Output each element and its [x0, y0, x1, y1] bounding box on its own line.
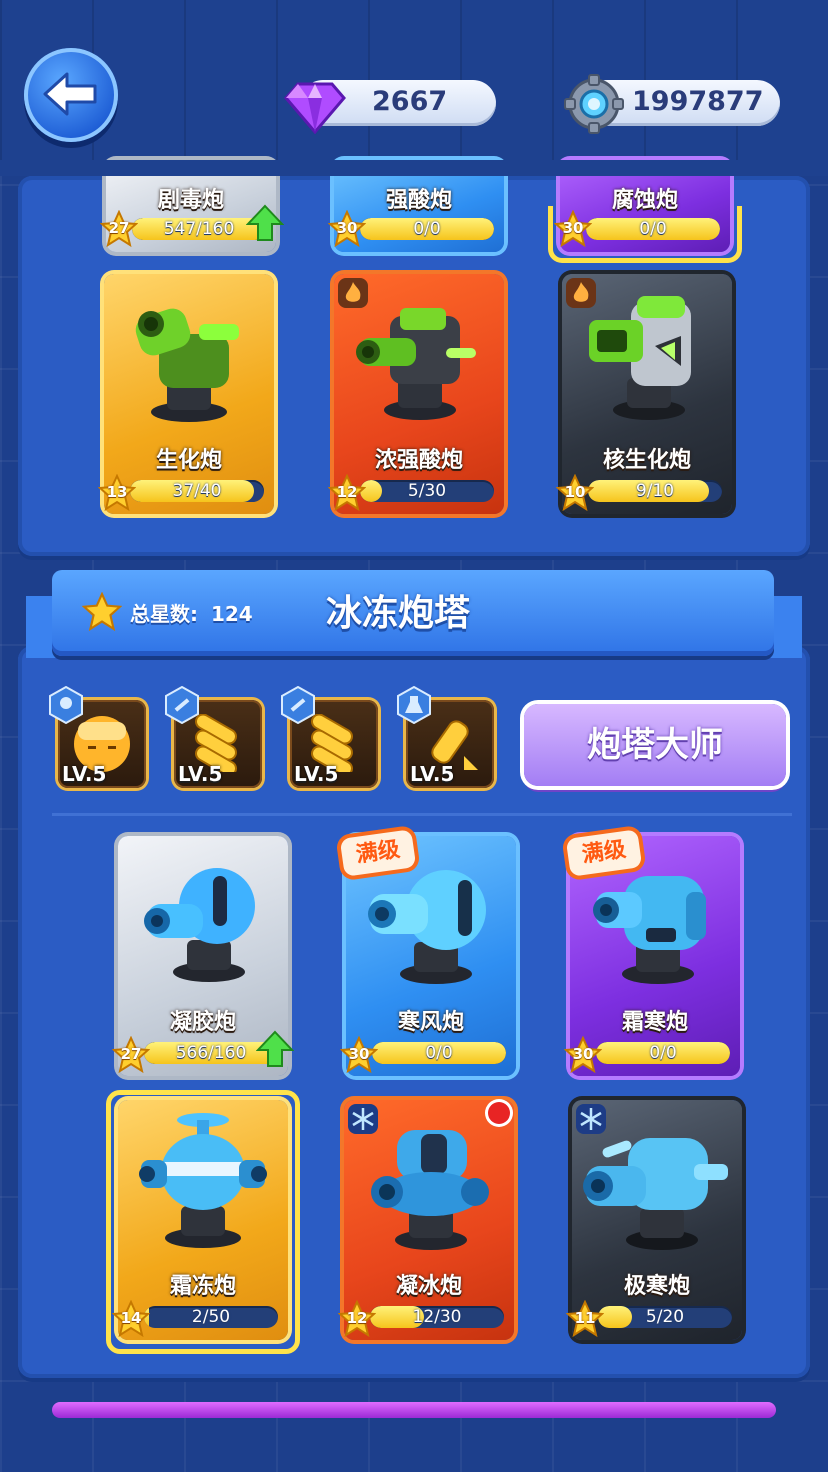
progress-text: 37/40: [172, 481, 222, 501]
nuclear-cannon-turret-icon: [589, 296, 691, 420]
progress-bar: 5/30: [360, 480, 494, 502]
progress-text: 0/0: [413, 219, 441, 239]
back-button[interactable]: [24, 48, 118, 142]
upgrade-arrow-icon: [256, 1030, 294, 1067]
star-level: 10: [564, 483, 586, 501]
star-level: 27: [120, 1045, 142, 1063]
star-level: 12: [336, 483, 358, 501]
star-icon: 30: [339, 1035, 379, 1074]
ice-section-header: 总星数: 124 冰冻炮塔: [52, 570, 774, 656]
total-stars-value: 124: [210, 602, 253, 626]
star-icon: 11: [565, 1299, 605, 1338]
star-icon: 30: [553, 209, 593, 248]
progress-bar: 0/0: [596, 1042, 730, 1064]
tower-name: 生化炮: [155, 448, 222, 473]
star-icon: 10: [555, 473, 595, 512]
skill-slot-2[interactable]: LV.5: [165, 686, 262, 788]
star-level: 30: [336, 219, 358, 237]
star-level: 13: [106, 483, 128, 501]
acid-cannon-turret-icon: [356, 308, 476, 420]
total-stars-label: 总星数: 124: [130, 598, 253, 627]
star-level: 12: [346, 1309, 368, 1327]
progress-text: 0/0: [425, 1043, 453, 1063]
star-icon: 12: [337, 1299, 377, 1338]
skill-slot-4[interactable]: LV.5: [397, 686, 494, 788]
star-level: 14: [120, 1309, 142, 1327]
progress-bar: 37/40: [130, 480, 264, 502]
progress-bar: 12/30: [370, 1306, 504, 1328]
tower-name: 霜寒炮: [621, 1010, 688, 1035]
tower-name: 极寒炮: [623, 1274, 690, 1299]
gold-count: 1997877: [632, 86, 764, 117]
star-icon: 13: [97, 473, 137, 512]
gem-count: 2667: [372, 86, 448, 117]
section-title: 冰冻炮塔: [326, 593, 471, 634]
skill-level: LV.5: [178, 762, 223, 786]
frost-cold-turret-icon: [593, 876, 706, 984]
skill-level: LV.5: [294, 762, 339, 786]
star-icon: 12: [327, 473, 367, 512]
star-icon: 27: [111, 1035, 151, 1074]
notification-dot: [488, 1102, 510, 1124]
star-level: 30: [572, 1045, 594, 1063]
progress-text: 5/30: [407, 481, 447, 501]
progress-text: 5/20: [645, 1307, 685, 1327]
progress-text: 12/30: [412, 1307, 462, 1327]
progress-bar: 0/0: [360, 218, 494, 240]
skill-level: LV.5: [62, 762, 107, 786]
upgrade-arrow-icon: [246, 204, 284, 241]
star-level: 30: [562, 219, 584, 237]
skill-level: LV.5: [410, 762, 455, 786]
star-icon: 27: [99, 209, 139, 248]
divider: [52, 813, 792, 816]
tower-master-button[interactable]: 炮塔大师: [524, 704, 786, 786]
topbar-overlap: [0, 160, 828, 176]
progress-text: 9/10: [635, 481, 675, 501]
progress-bar: 9/10: [588, 480, 722, 502]
cold-wind-turret-icon: [368, 870, 486, 984]
skill-slot-1[interactable]: LV.5: [49, 686, 146, 788]
tower-name: 寒风炮: [397, 1010, 464, 1035]
star-icon: 14: [111, 1299, 151, 1338]
tower-name: 凝冰炮: [395, 1274, 462, 1299]
skill-slot-3[interactable]: LV.5: [281, 686, 378, 788]
progress-bar: 0/0: [372, 1042, 506, 1064]
next-section-header-edge: [52, 1402, 776, 1418]
gear-coin-icon: [564, 74, 624, 134]
progress-text: 0/0: [649, 1043, 677, 1063]
green-cannon-turret-icon: [135, 308, 239, 422]
tower-name: 核生化炮: [602, 448, 691, 473]
star-level: 11: [574, 1309, 596, 1327]
back-arrow-icon: [43, 72, 97, 116]
total-stars-text: 总星数:: [130, 602, 198, 626]
star-icon: 30: [327, 209, 367, 248]
gel-cannon-turret-icon: [144, 868, 255, 982]
star-icon: 30: [563, 1035, 603, 1074]
star-icon: [82, 592, 122, 632]
star-level: 27: [108, 219, 130, 237]
ice-condense-turret-icon: [371, 1130, 489, 1250]
tower-name: 浓强酸炮: [374, 448, 463, 473]
extreme-cold-turret-icon: [583, 1138, 728, 1250]
progress-bar: 5/20: [598, 1306, 732, 1328]
purple-gem-icon: [284, 82, 346, 134]
star-level: 30: [348, 1045, 370, 1063]
